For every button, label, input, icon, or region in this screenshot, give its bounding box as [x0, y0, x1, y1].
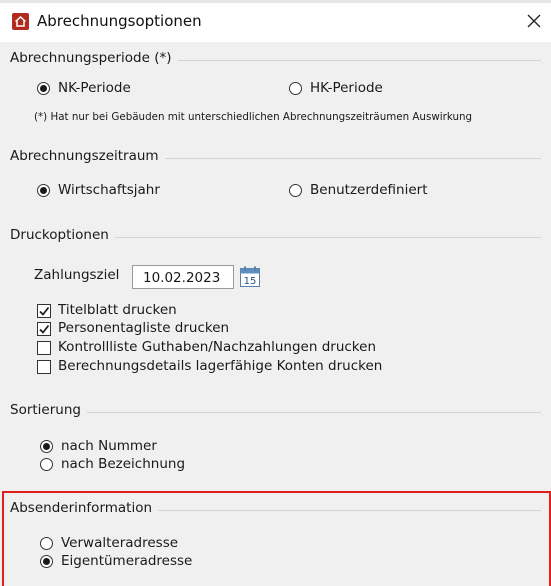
abrechnungsperiode-title: Abrechnungsperiode (*)	[10, 50, 178, 66]
nach-bezeichnung-label: nach Bezeichnung	[61, 456, 186, 472]
benutzerdefiniert-label: Benutzerdefiniert	[310, 182, 428, 198]
benutzerdefiniert-radio[interactable]	[289, 184, 302, 197]
periode-note: (*) Hat nur bei Gebäuden mit unterschied…	[34, 111, 473, 123]
wirtschaftsjahr-radio[interactable]	[37, 184, 50, 197]
abrechnungszeitraum-group: Abrechnungszeitraum	[10, 148, 541, 208]
nk-periode-label: NK-Periode	[58, 80, 131, 96]
zahlungsziel-label: Zahlungsziel	[34, 267, 120, 283]
hk-periode-label: HK-Periode	[310, 80, 383, 96]
absenderinformation-title: Absenderinformation	[10, 500, 159, 516]
eigentuemeradresse-label: Eigentümeradresse	[61, 553, 193, 569]
abrechnungszeitraum-title: Abrechnungszeitraum	[10, 148, 165, 164]
calendar-icon: 15	[240, 266, 260, 287]
personentagliste-label: Personentagliste drucken	[58, 320, 230, 336]
eigentuemeradresse-radio[interactable]	[40, 555, 53, 568]
zahlungsziel-date-field[interactable]: 10.02.2023	[132, 265, 234, 289]
verwalteradresse-radio[interactable]	[40, 537, 53, 550]
personentagliste-checkbox[interactable]	[37, 322, 51, 336]
window-title: Abrechnungsoptionen	[37, 12, 202, 30]
titelblatt-checkbox[interactable]	[37, 304, 51, 318]
calendar-button[interactable]: 15	[239, 266, 261, 288]
sortierung-title: Sortierung	[10, 402, 87, 418]
close-button[interactable]	[520, 8, 548, 34]
close-icon	[527, 14, 541, 28]
kontrollliste-label: Kontrollliste Guthaben/Nachzahlungen dru…	[58, 339, 376, 355]
titelblatt-label: Titelblatt drucken	[58, 302, 177, 318]
nk-periode-radio[interactable]	[37, 82, 50, 95]
nach-bezeichnung-radio[interactable]	[40, 458, 53, 471]
berechnungsdetails-label: Berechnungsdetails lagerfähige Konten dr…	[58, 358, 383, 374]
zahlungsziel-value: 10.02.2023	[143, 270, 221, 286]
berechnungsdetails-checkbox[interactable]	[37, 360, 51, 374]
house-icon	[12, 13, 29, 30]
hk-periode-radio[interactable]	[289, 82, 302, 95]
druckoptionen-title: Druckoptionen	[10, 227, 115, 243]
svg-text:15: 15	[244, 276, 257, 287]
wirtschaftsjahr-label: Wirtschaftsjahr	[58, 182, 160, 198]
nach-nummer-radio[interactable]	[40, 440, 53, 453]
verwalteradresse-label: Verwalteradresse	[61, 535, 179, 551]
title-bar: Abrechnungsoptionen	[0, 3, 551, 39]
kontrollliste-checkbox[interactable]	[37, 341, 51, 355]
nach-nummer-label: nach Nummer	[61, 438, 157, 454]
abrechnungsperiode-group: Abrechnungsperiode (*)	[10, 50, 541, 142]
